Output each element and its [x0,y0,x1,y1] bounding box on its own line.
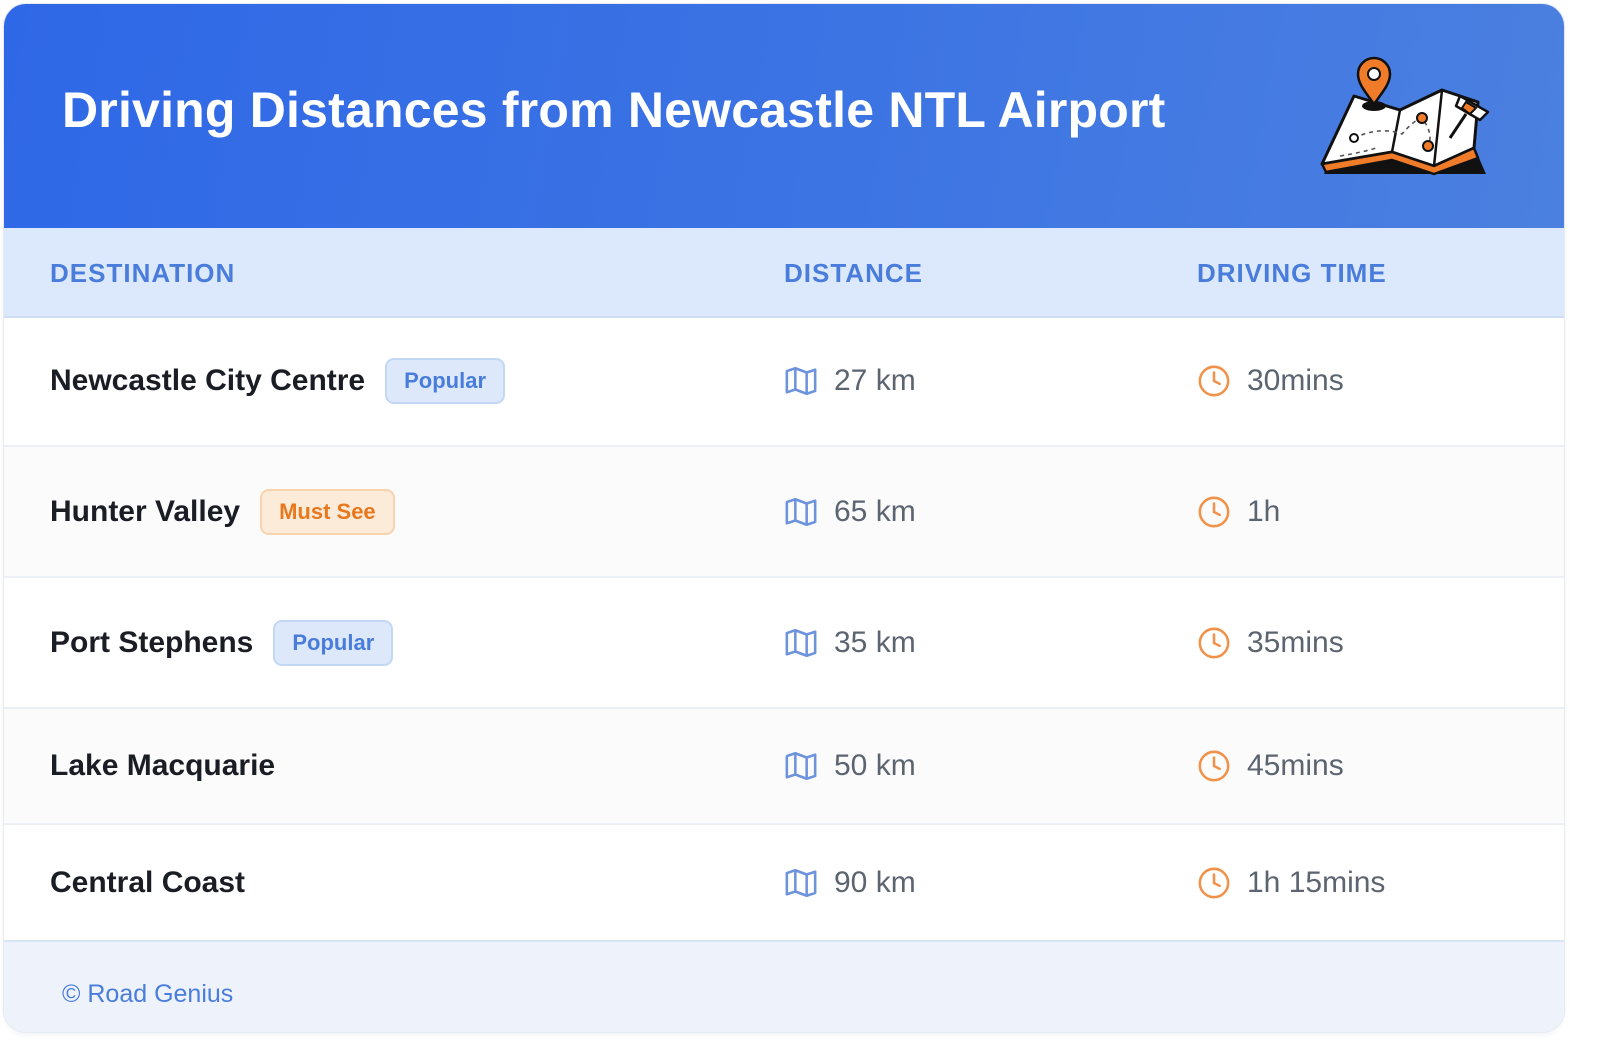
distance-value: 50 km [834,749,916,782]
distance-cell: 50 km [784,709,916,823]
destination-cell: Port Stephens Popular [50,578,394,707]
page-title: Driving Distances from Newcastle NTL Air… [62,82,1166,138]
map-with-pins-icon [1320,56,1490,176]
map-icon [784,495,818,529]
destination-cell: Central Coast [50,825,245,940]
clock-icon [1197,495,1231,529]
clock-icon [1197,866,1231,900]
time-cell: 45mins [1197,709,1344,823]
clock-icon [1197,364,1231,398]
card-footer: © Road Genius [4,940,1564,1032]
map-icon [784,866,818,900]
time-cell: 1h 15mins [1197,825,1385,940]
time-cell: 1h [1197,447,1280,576]
must-see-badge: Must See [260,488,395,535]
time-cell: 30mins [1197,316,1344,445]
table-header: DESTINATION DISTANCE DRIVING TIME [4,228,1564,318]
map-icon [784,364,818,398]
time-value: 30mins [1247,363,1344,397]
destination-cell: Hunter Valley Must See [50,447,395,576]
clock-icon [1197,749,1231,783]
time-value: 1h [1247,494,1281,528]
map-icon [784,626,818,660]
distance-value: 65 km [834,494,916,528]
destination-name: Lake Macquarie [50,749,276,782]
popular-badge: Popular [385,357,506,404]
time-value: 45mins [1247,749,1344,782]
distance-cell: 65 km [784,447,916,576]
table-row: Hunter Valley Must See 65 km 1h [4,447,1564,578]
distance-cell: 35 km [784,578,916,707]
column-header-destination: DESTINATION [50,258,236,288]
distance-card: Driving Distances from Newcastle NTL Air… [4,4,1564,1032]
table-row: Central Coast 90 km 1h 15mins [4,825,1564,940]
distance-value: 90 km [834,865,916,899]
card-header: Driving Distances from Newcastle NTL Air… [4,4,1564,228]
column-header-driving-time: DRIVING TIME [1197,258,1387,288]
table-row: Lake Macquarie 50 km 45mins [4,709,1564,825]
time-cell: 35mins [1197,578,1344,707]
distance-value: 27 km [834,363,916,397]
distance-cell: 27 km [784,316,916,445]
popular-badge: Popular [273,619,394,666]
distance-value: 35 km [834,625,916,659]
destination-name: Hunter Valley [50,494,241,528]
destination-name: Newcastle City Centre [50,363,366,397]
destination-name: Central Coast [50,865,246,899]
time-value: 1h 15mins [1247,865,1386,899]
destination-cell: Lake Macquarie [50,709,275,823]
table-row: Newcastle City Centre Popular 27 km 30mi… [4,316,1564,447]
destination-name: Port Stephens [50,625,254,659]
clock-icon [1197,626,1231,660]
column-header-distance: DISTANCE [784,258,923,288]
distance-cell: 90 km [784,825,916,940]
map-icon [784,749,818,783]
time-value: 35mins [1247,625,1344,659]
table-row: Port Stephens Popular 35 km 35mins [4,578,1564,709]
destination-cell: Newcastle City Centre Popular [50,316,506,445]
copyright-text: © Road Genius [62,980,234,1008]
